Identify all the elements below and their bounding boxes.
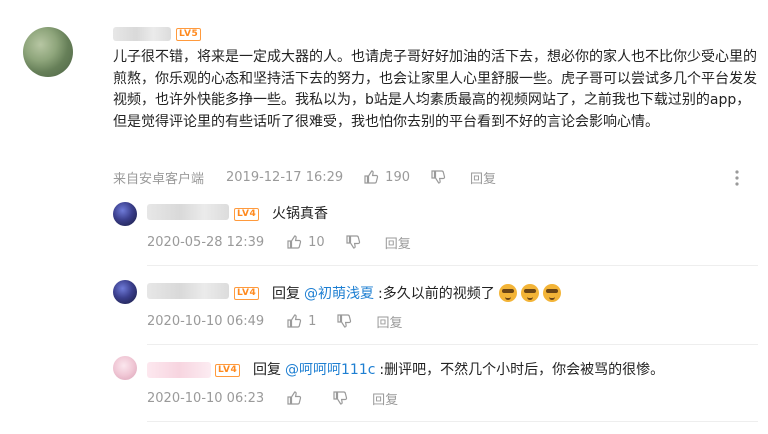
reply-meta: 2020-10-10 06:49 1 回复	[147, 312, 402, 331]
divider	[147, 265, 758, 266]
mention-link[interactable]: @呵呵呵111c	[285, 359, 375, 379]
avatar[interactable]	[113, 356, 137, 380]
thumb-up-icon[interactable]	[363, 169, 379, 185]
like-count: 1	[308, 313, 317, 329]
level-badge: LV4	[234, 208, 260, 221]
reply-prefix: 回复	[272, 286, 300, 302]
level-badge: LV4	[215, 364, 241, 377]
username-redacted[interactable]	[147, 204, 229, 220]
reply-time: 2020-10-10 06:23	[147, 390, 265, 406]
reply-button[interactable]: 回复	[470, 168, 496, 187]
username-redacted[interactable]	[147, 283, 229, 299]
comment-meta: 来自安卓客户端 2019-12-17 16:29 190 回复	[113, 168, 758, 187]
client-source: 来自安卓客户端	[113, 171, 205, 187]
reply-button[interactable]: 回复	[372, 389, 398, 408]
reply-meta: 2020-05-28 12:39 10 回复	[147, 233, 411, 252]
reply-time: 2020-10-10 06:49	[147, 313, 265, 329]
avatar[interactable]	[113, 280, 137, 304]
reply-prefix: 回复	[253, 362, 281, 378]
thumb-up-icon[interactable]	[286, 313, 302, 329]
level-badge: LV5	[176, 28, 202, 41]
sweat-emoji-icon	[542, 284, 561, 302]
sweat-emoji-icon	[498, 284, 517, 302]
reply-text-row: 回复 @呵呵呵111c :删评吧，不然几个小时后，你会被骂的很惨。	[253, 359, 664, 379]
username-redacted[interactable]	[113, 27, 171, 41]
thumb-down-icon[interactable]	[345, 234, 361, 250]
divider	[147, 344, 758, 345]
reply-button[interactable]: 回复	[376, 312, 402, 331]
username-redacted[interactable]	[147, 362, 211, 378]
reply-text-row: 火锅真香	[272, 203, 328, 223]
thumb-up-icon[interactable]	[286, 234, 302, 250]
avatar[interactable]	[23, 27, 73, 77]
reply-meta: 2020-10-10 06:23 回复	[147, 389, 398, 408]
like-count: 190	[385, 169, 410, 185]
thumb-up-icon[interactable]	[286, 390, 302, 406]
thumb-down-icon[interactable]	[336, 313, 352, 329]
avatar[interactable]	[113, 202, 137, 226]
reply-content: :多久以前的视频了	[378, 286, 495, 302]
more-vertical-icon[interactable]	[731, 169, 743, 187]
comment-time: 2019-12-17 16:29	[226, 169, 344, 185]
reply-content: :删评吧，不然几个小时后，你会被骂的很惨。	[379, 362, 665, 378]
thumb-down-icon[interactable]	[430, 169, 446, 185]
reply-button[interactable]: 回复	[385, 233, 411, 252]
like-count: 10	[308, 234, 325, 250]
divider	[147, 421, 758, 422]
level-badge: LV4	[234, 287, 260, 300]
thumb-down-icon[interactable]	[332, 390, 348, 406]
reply-content: 火锅真香	[272, 206, 328, 222]
reply-time: 2020-05-28 12:39	[147, 234, 265, 250]
mention-link[interactable]: @初萌浅夏	[304, 283, 374, 303]
sweat-emoji-icon	[520, 284, 539, 302]
reply-text-row: 回复 @初萌浅夏 :多久以前的视频了	[272, 283, 561, 303]
comment-text: 儿子很不错，将来是一定成大器的人。也请虎子哥好好加油的活下去，想必你的家人也不比…	[113, 49, 757, 130]
